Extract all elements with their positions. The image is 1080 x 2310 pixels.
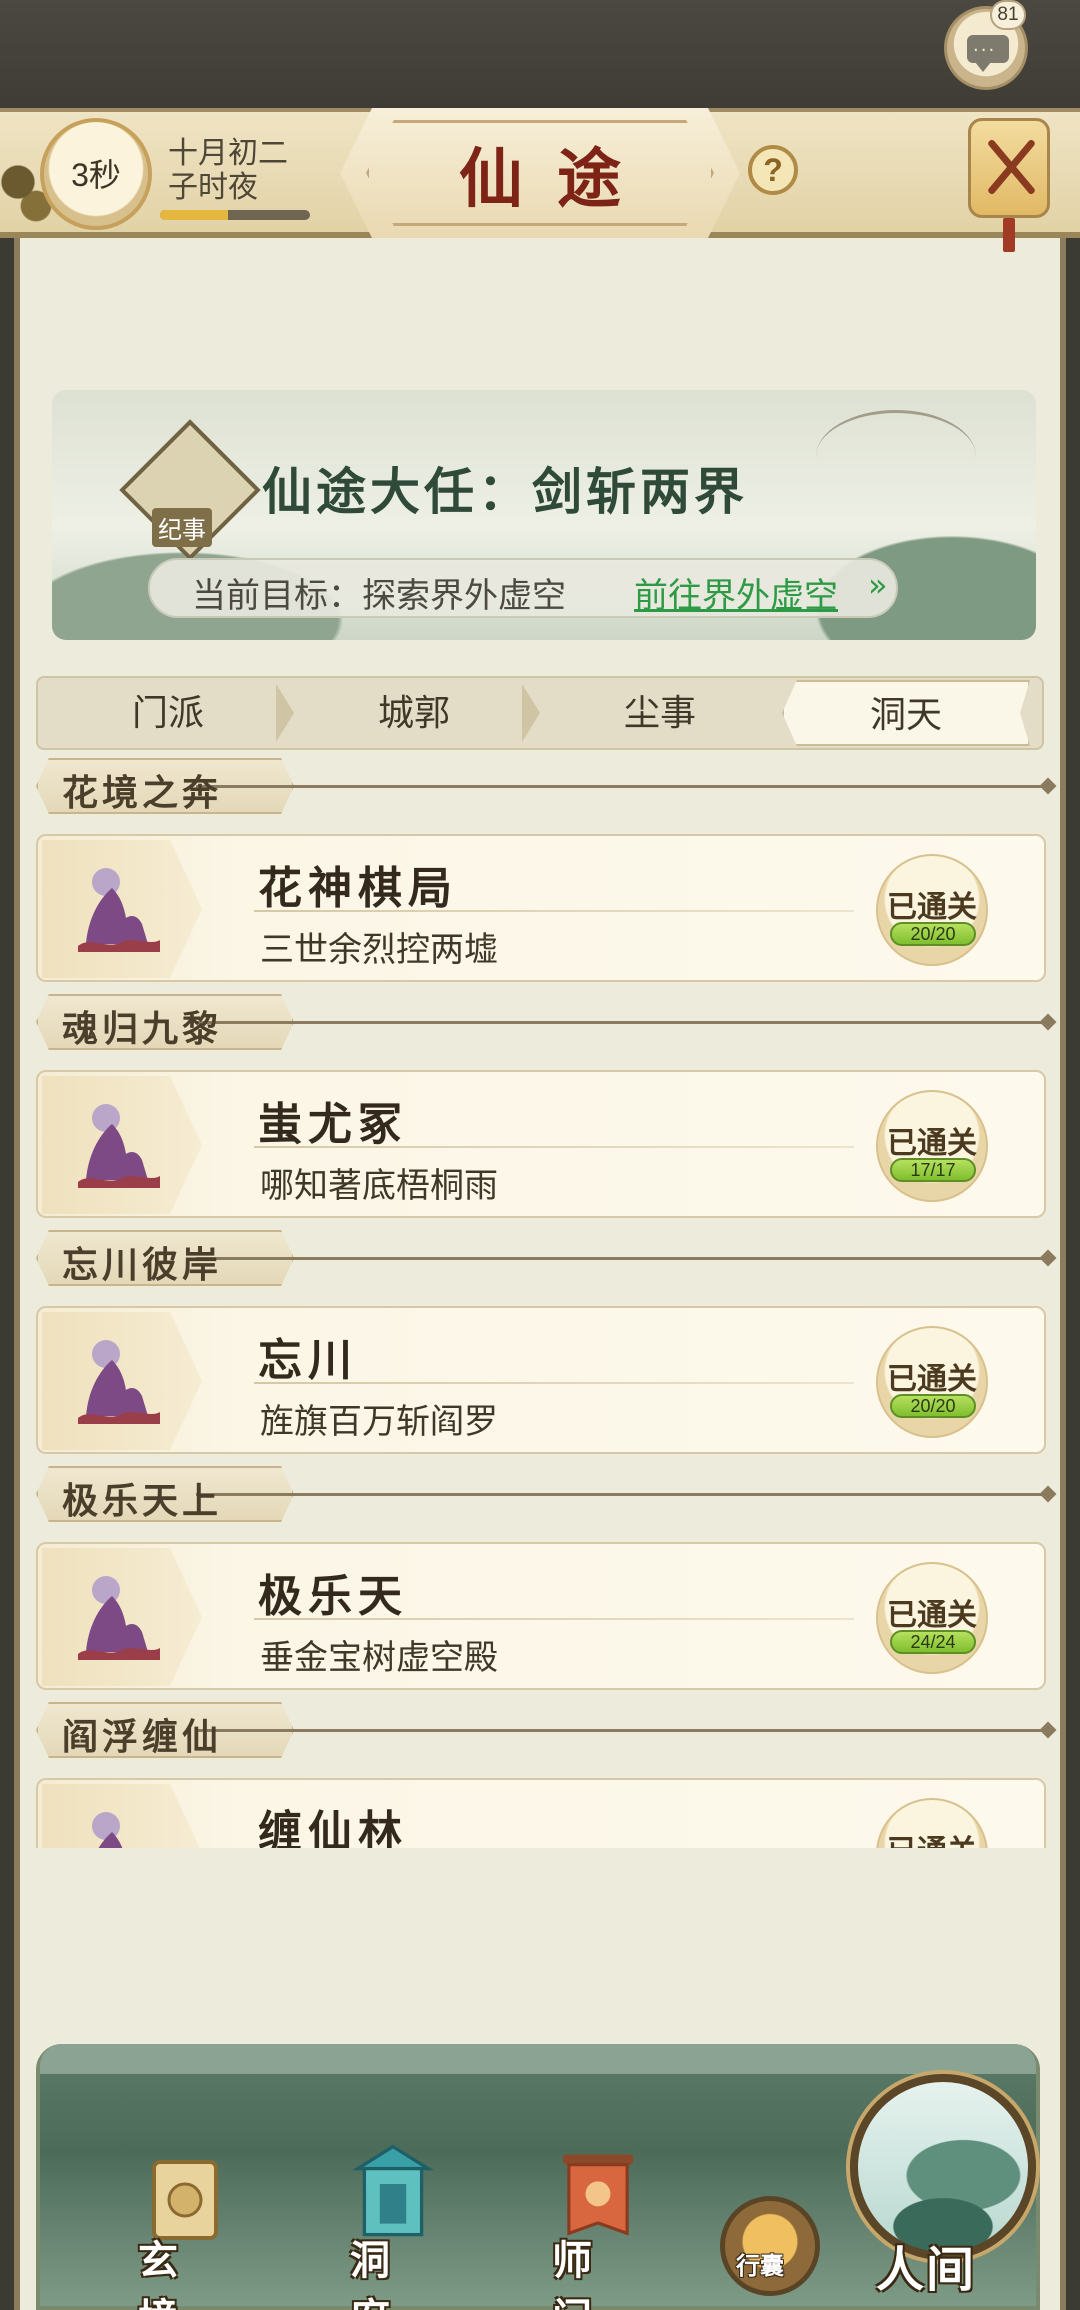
dungeon-name: 忘川 [258,1335,358,1386]
dungeon-list[interactable]: 花境之奔 花神棋局 三世余烈控两墟 已通关 20/20 魂归九黎 蚩尤冢 哪知著… [20,758,1060,1848]
mountain-cloud-icon [78,1340,160,1424]
time-of-day: 子时夜 [168,171,258,204]
mortal-world-label: 人间 [876,2242,977,2298]
section-header: 忘川彼岸 [36,1230,1056,1286]
clear-progress: 17/17 [890,1158,976,1182]
dungeon-card[interactable]: 缠仙林 已通关 [36,1778,1046,1848]
mountain-cloud-icon [78,868,160,952]
section-header: 极乐天上 [36,1466,1056,1522]
chat-unread-badge: 81 [990,0,1026,30]
chevron-right-icon[interactable]: » [868,566,888,604]
section-title: 花境之奔 [62,772,223,814]
tab-sect[interactable]: 门派 [44,680,292,746]
dungeon-card[interactable]: 忘川 旌旗百万斩阎罗 已通关 20/20 [36,1306,1046,1454]
dungeon-subtitle: 垂金宝树虚空殿 [260,1639,498,1677]
time-progress-fill [160,210,228,220]
dungeon-name: 缠仙林 [258,1807,408,1848]
cleared-label: 已通关 [876,1826,988,1848]
cleared-label: 已通关 [887,1126,977,1161]
timer-text: 3秒 [71,157,121,193]
dungeon-card[interactable]: 极乐天 垂金宝树虚空殿 已通关 24/24 [36,1542,1046,1690]
quest-title: 仙途大任：剑斩两界 [262,462,748,521]
time-progress-bar [160,210,310,220]
clear-progress: 24/24 [890,1630,976,1654]
top-status-strip [0,0,1080,110]
tab-worldly-affairs[interactable]: 尘事 [522,680,784,746]
section-title: 阎浮缠仙 [62,1716,223,1758]
section-title: 极乐天上 [62,1480,223,1522]
mountain-cloud-icon [92,1812,123,1848]
help-icon[interactable]: ? [748,145,798,195]
chronicle-label: 纪事 [152,508,212,547]
dungeon-name: 极乐天 [258,1571,408,1622]
dungeon-subtitle: 三世余烈控两墟 [260,931,498,969]
current-goal-label: 当前目标：探索界外虚空 [192,577,566,615]
mountain-cloud-icon [78,1104,160,1188]
close-icon [981,137,1041,197]
section-header: 花境之奔 [36,758,1056,814]
tab-grotto-heaven[interactable]: 洞天 [782,680,1030,746]
section-header: 魂归九黎 [36,994,1056,1050]
dungeon-name: 花神棋局 [258,863,458,914]
clear-progress: 20/20 [890,1394,976,1418]
goal-link[interactable]: 前往界外虚空 [634,568,838,617]
tab-city[interactable]: 城郭 [276,680,538,746]
dungeon-subtitle: 哪知著底梧桐雨 [260,1167,498,1205]
cleared-label: 已通关 [887,1362,977,1397]
dungeon-card[interactable]: 蚩尤冢 哪知著底梧桐雨 已通关 17/17 [36,1070,1046,1218]
dungeon-subtitle: 旌旗百万斩阎罗 [260,1403,498,1441]
section-title: 魂归九黎 [62,1008,223,1050]
tassel-decoration [1003,218,1015,252]
dungeon-card[interactable]: 花神棋局 三世余烈控两墟 已通关 20/20 [36,834,1046,982]
cleared-label: 已通关 [887,1598,977,1633]
close-button[interactable] [968,118,1050,218]
dungeon-name: 蚩尤冢 [258,1099,408,1150]
clear-progress: 20/20 [890,922,976,946]
cleared-label: 已通关 [887,890,977,925]
page-title: 仙途 [459,142,655,217]
mountain-cloud-icon [78,1576,160,1660]
bag-label: 行囊 [736,2251,784,2280]
section-title: 忘川彼岸 [62,1244,223,1286]
section-header: 阎浮缠仙 [36,1702,1056,1758]
